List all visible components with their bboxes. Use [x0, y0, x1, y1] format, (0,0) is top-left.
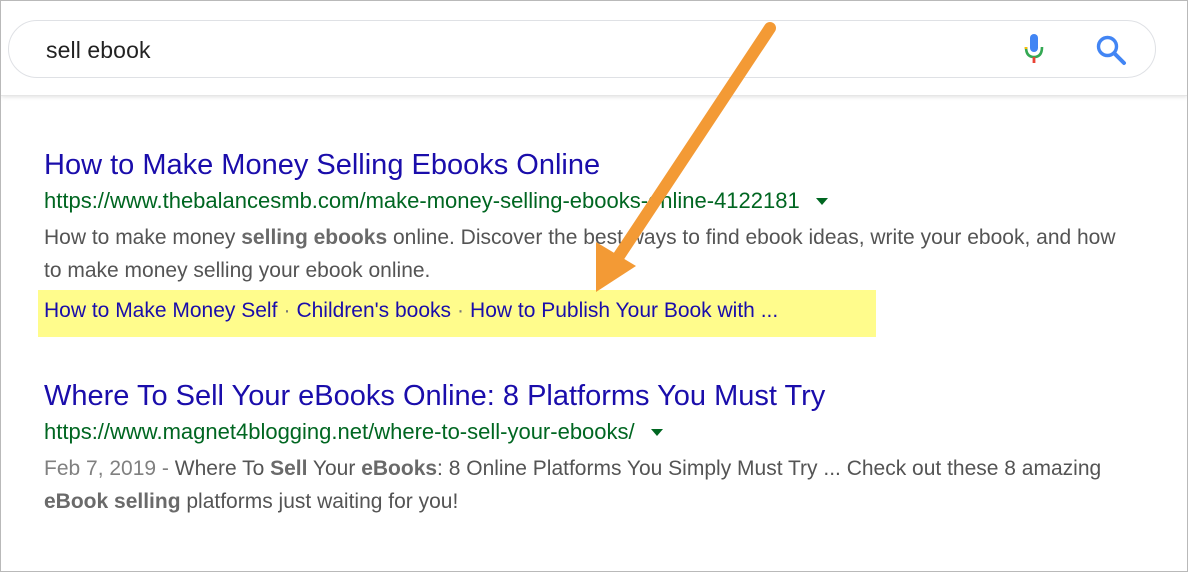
result-url-row: https://www.thebalancesmb.com/make-money…: [44, 188, 1124, 214]
date-separator: -: [156, 457, 175, 480]
search-input[interactable]: sell ebook: [46, 37, 151, 64]
snippet-text: Your: [307, 457, 362, 480]
sitelink-2[interactable]: Children's books: [296, 299, 451, 322]
snippet-bold: Sell: [270, 457, 308, 480]
snippet-text: Where To: [174, 457, 271, 480]
search-box[interactable]: sell ebook: [8, 20, 1156, 78]
result-url[interactable]: https://www.magnet4blogging.net/where-to…: [44, 419, 635, 445]
snippet-text: : 8 Online Platforms You Simply Must Try…: [437, 457, 1102, 480]
sitelinks: How to Make Money Self · Children's books ·…: [44, 297, 778, 325]
snippet-bold: eBook selling: [44, 490, 181, 513]
search-header: sell ebook: [1, 1, 1187, 96]
snippet-text: platforms just waiting for you!: [180, 490, 459, 513]
snippet-bold: selling ebooks: [241, 226, 388, 249]
search-result-2: Where To Sell Your eBooks Online: 8 Plat…: [44, 379, 1124, 518]
screenshot-frame: sell ebook How to Make Money Selling Ebo…: [0, 0, 1188, 572]
sitelink-1[interactable]: How to Make Money Self: [44, 299, 277, 322]
result-title-link[interactable]: Where To Sell Your eBooks Online: 8 Plat…: [44, 379, 1124, 413]
result-title-link[interactable]: How to Make Money Selling Ebooks Online: [44, 148, 1124, 182]
result-url[interactable]: https://www.thebalancesmb.com/make-money…: [44, 188, 800, 214]
sitelink-separator: ·: [457, 299, 465, 322]
result-snippet: Feb 7, 2019 - Where To Sell Your eBooks:…: [44, 452, 1124, 518]
search-icon[interactable]: [1094, 33, 1128, 67]
result-url-row: https://www.magnet4blogging.net/where-to…: [44, 419, 1124, 445]
caret-down-icon[interactable]: [815, 197, 828, 205]
sitelink-3[interactable]: How to Publish Your Book with ...: [470, 299, 778, 322]
caret-down-icon[interactable]: [650, 428, 663, 436]
snippet-bold: eBooks: [361, 457, 438, 480]
sitelink-separator: ·: [283, 299, 291, 322]
result-date: Feb 7, 2019: [44, 457, 157, 480]
result-snippet: How to make money selling ebooks online.…: [44, 221, 1124, 287]
mic-icon[interactable]: [1019, 32, 1049, 68]
snippet-text: How to make money: [44, 226, 242, 249]
search-result-1: How to Make Money Selling Ebooks Online …: [44, 148, 1124, 287]
